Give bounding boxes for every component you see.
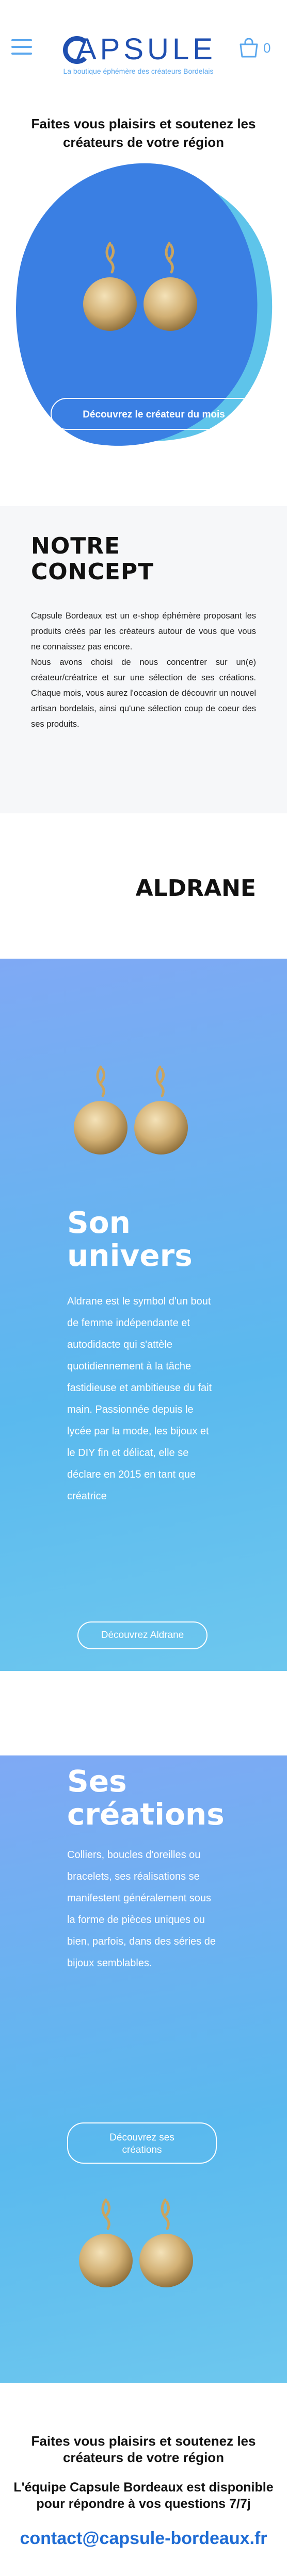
- concept-paragraph-1: Capsule Bordeaux est un e-shop éphémère …: [31, 611, 256, 651]
- earrings-image: [79, 2198, 193, 2287]
- hero-title: Faites vous plaisirs et soutenez les cré…: [31, 116, 256, 150]
- cart-button[interactable]: 0: [237, 38, 279, 59]
- contact-email-link[interactable]: contact@capsule-bordeaux.fr: [0, 2529, 287, 2549]
- univers-title-line1: Son: [67, 1205, 131, 1240]
- concept-title: NOTRE CONCEPT: [31, 533, 154, 585]
- artisan-name: ALDRANE: [135, 875, 256, 901]
- univers-description: Aldrane est le symbol d'un bout de femme…: [67, 1296, 212, 1502]
- footer-availability: L'équipe Capsule Bordeaux est disponible…: [13, 2480, 274, 2511]
- creations-description: Colliers, boucles d'oreilles ou bracelet…: [67, 1849, 216, 1969]
- cart-count: 0: [263, 40, 271, 56]
- logo-wordmark: APSULE: [76, 32, 216, 66]
- creations-title: Ses créations: [67, 1765, 225, 1831]
- discover-creator-button[interactable]: Découvrez le créateur du mois: [51, 398, 257, 430]
- discover-creations-button[interactable]: Découvrez ses créations: [67, 2122, 217, 2164]
- earrings-image: [74, 1065, 188, 1155]
- concept-description: Capsule Bordeaux est un e-shop éphémère …: [31, 608, 256, 732]
- footer-tagline: Faites vous plaisirs et soutenez les cré…: [31, 2433, 256, 2465]
- hamburger-menu-icon[interactable]: [11, 38, 34, 56]
- logo-tagline: La boutique éphémère des créateurs Borde…: [63, 67, 214, 75]
- creations-title-line1: Ses: [67, 1764, 127, 1799]
- concept-paragraph-2: Nous avons choisi de nous concentrer sur…: [31, 658, 256, 729]
- concept-title-line2: CONCEPT: [31, 559, 154, 585]
- earrings-image: [83, 242, 197, 331]
- site-logo[interactable]: APSULE La boutique éphémère des créateur…: [61, 34, 216, 80]
- univers-title-line2: univers: [67, 1238, 193, 1273]
- discover-aldrane-button[interactable]: Découvrez Aldrane: [77, 1621, 208, 1649]
- univers-title: Son univers: [67, 1206, 193, 1272]
- creations-title-line2: créations: [67, 1797, 225, 1832]
- shopping-bag-icon: [240, 38, 258, 58]
- capsule-logo-c: [63, 36, 91, 64]
- concept-title-line1: NOTRE: [31, 533, 121, 559]
